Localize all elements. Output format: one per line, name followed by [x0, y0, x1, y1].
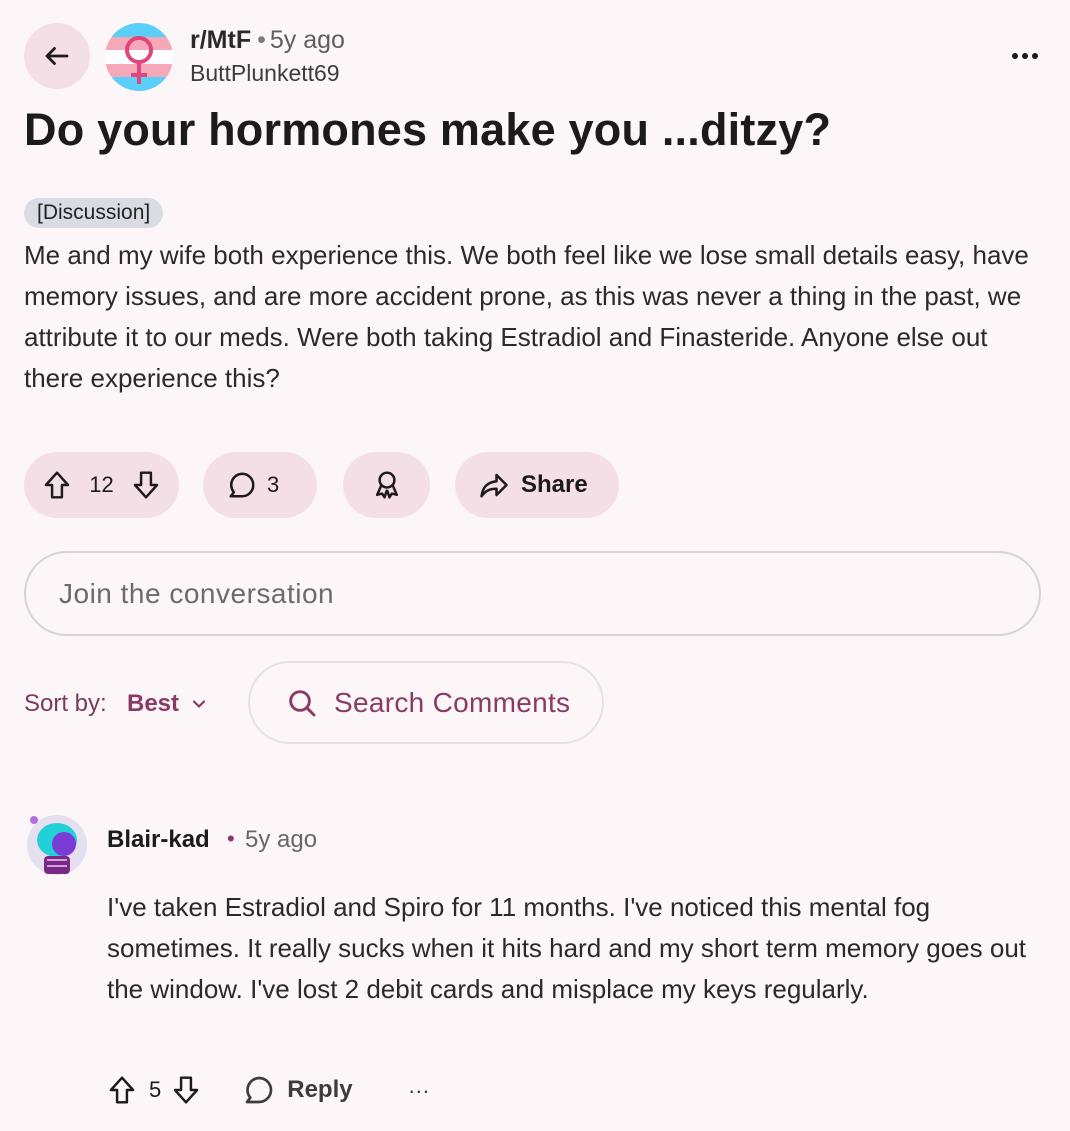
share-label: Share [521, 471, 588, 498]
award-ribbon-icon [375, 471, 398, 499]
sort-label: Sort by: [24, 690, 107, 717]
comments-button[interactable]: 3 [203, 452, 317, 518]
vote-bar: 12 [24, 452, 179, 518]
comment-vote-count: 5 [149, 1077, 162, 1102]
speech-bubble-icon [245, 1076, 273, 1104]
comment-avatar[interactable] [24, 810, 90, 876]
more-options-button[interactable] [1005, 36, 1045, 76]
comment-author[interactable]: Blair-kad [107, 826, 210, 854]
arrow-up-icon[interactable] [107, 1074, 137, 1106]
comment-composer-input[interactable]: Join the conversation [24, 551, 1041, 636]
comment-body: I've taken Estradiol and Spiro for 11 mo… [107, 892, 1027, 1004]
sort-dropdown[interactable]: Best [127, 690, 179, 718]
search-icon [289, 689, 316, 716]
post-flair[interactable]: [Discussion] [24, 198, 164, 228]
search-comments-label: Search Comments [334, 686, 571, 718]
post-time: 5y ago [269, 26, 345, 54]
ellipsis-icon [1012, 53, 1038, 59]
meta-separator: • [257, 26, 266, 54]
reply-button[interactable]: Reply [243, 1074, 353, 1106]
award-button[interactable] [343, 452, 430, 518]
comment-more-button[interactable]: ... [409, 1073, 430, 1099]
post-title: Do your hormones make you ...ditzy? [24, 104, 832, 155]
avatar-image [27, 815, 87, 875]
comment-count: 3 [267, 472, 280, 497]
share-button[interactable]: Share [455, 452, 619, 518]
back-button[interactable] [24, 23, 90, 89]
share-arrow-icon [480, 473, 508, 498]
comment-time: 5y ago [245, 826, 318, 853]
arrow-down-icon[interactable] [171, 1074, 201, 1106]
chevron-down-icon[interactable] [189, 694, 209, 714]
subreddit-link[interactable]: r/MtF [190, 26, 251, 54]
search-comments-button[interactable]: Search Comments [248, 661, 604, 744]
vote-count: 12 [89, 472, 114, 497]
post-author[interactable]: ButtPlunkett69 [190, 60, 340, 87]
comment-actions: 5 Reply ... [107, 1068, 430, 1112]
arrow-up-icon[interactable] [42, 469, 72, 501]
speech-bubble-icon [229, 472, 255, 498]
arrow-down-icon[interactable] [131, 469, 161, 501]
trans-symbol-icon [105, 23, 173, 91]
post-meta: r/MtF • 5y ago [190, 26, 345, 55]
comment-meta-separator: • [227, 826, 235, 851]
post-body: Me and my wife both experience this. We … [24, 240, 1029, 393]
reply-label: Reply [287, 1076, 353, 1103]
arrow-left-icon [45, 47, 69, 65]
subreddit-avatar[interactable] [105, 23, 173, 91]
